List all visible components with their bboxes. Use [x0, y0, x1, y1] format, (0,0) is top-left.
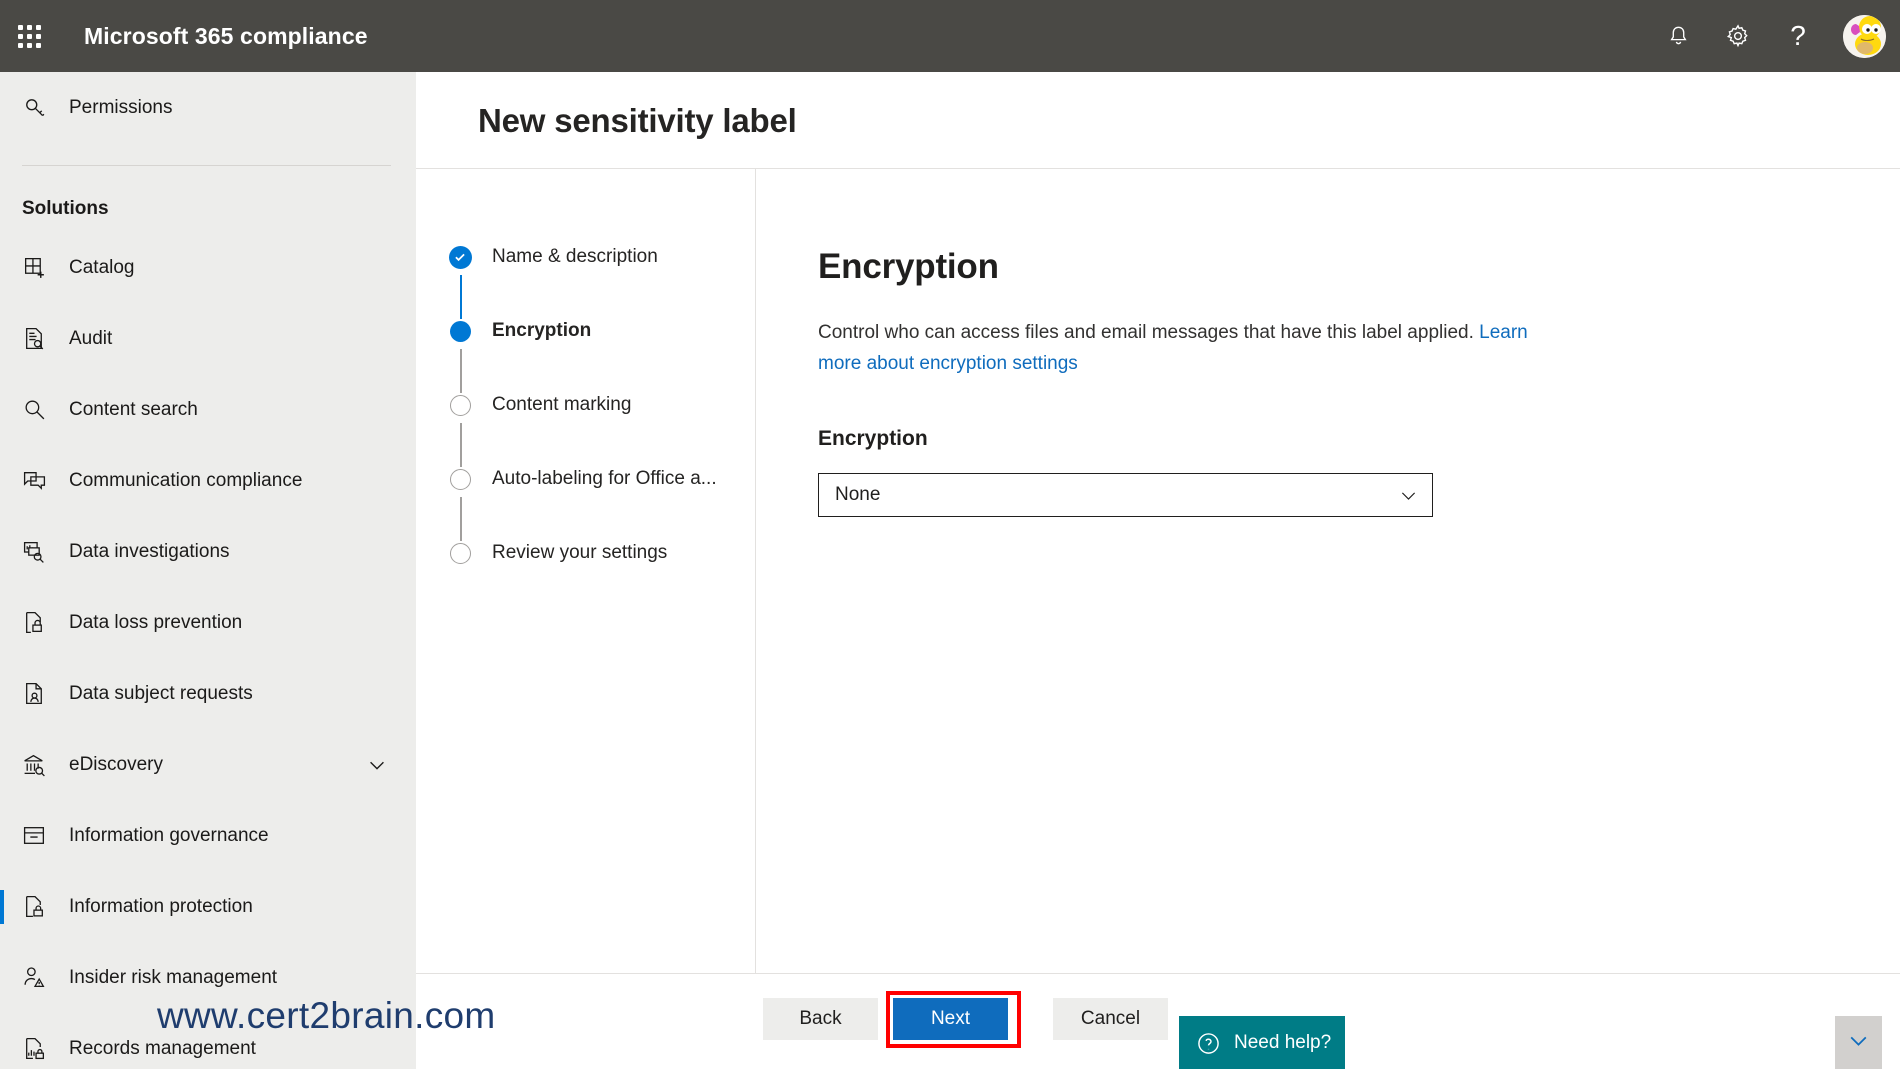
step-connector — [459, 423, 462, 467]
chevron-down-icon[interactable] — [366, 754, 388, 776]
sidebar-item-label: Data investigations — [69, 540, 230, 562]
detail-description: Control who can access files and email m… — [818, 317, 1548, 379]
wizard-step-review-settings[interactable]: Review your settings — [416, 541, 755, 615]
bank-search-icon — [22, 750, 56, 780]
suite-title: Microsoft 365 compliance — [84, 22, 368, 49]
detail-heading: Encryption — [818, 247, 999, 286]
document-person-icon — [22, 679, 56, 709]
key-icon — [22, 93, 56, 123]
help-question-icon: ? — [1790, 20, 1806, 51]
wizard-step-label: Name & description — [492, 246, 658, 267]
encryption-dropdown[interactable]: None — [818, 473, 1433, 517]
wizard-step-label: Content marking — [492, 394, 632, 415]
nav-divider — [22, 165, 391, 166]
sidebar-item-label: Permissions — [69, 96, 173, 118]
audit-document-search-icon — [22, 324, 56, 354]
sidebar-item-ediscovery[interactable]: eDiscovery — [0, 729, 416, 800]
step-connector — [459, 497, 462, 541]
help-question-circle-icon — [1196, 1031, 1221, 1056]
sidebar-item-label: Data loss prevention — [69, 611, 243, 633]
help-question-button[interactable]: ? — [1768, 0, 1828, 72]
person-warning-icon — [22, 963, 56, 993]
sidebar-item-content-search[interactable]: Content search — [0, 374, 416, 445]
sidebar-item-audit[interactable]: Audit — [0, 303, 416, 374]
left-navigation: Permissions Solutions Catalog Audit Cont… — [0, 72, 416, 1069]
encryption-dropdown-value: None — [835, 484, 881, 505]
step-current-dot-icon — [448, 319, 472, 343]
sidebar-item-data-subject-requests[interactable]: Data subject requests — [0, 658, 416, 729]
page-title: New sensitivity label — [478, 102, 797, 139]
chevron-down-icon — [1846, 1028, 1871, 1058]
detail-description-text: Control who can access files and email m… — [818, 322, 1480, 343]
sidebar-item-label: Content search — [69, 398, 198, 420]
sidebar-item-label: Records management — [69, 1037, 256, 1059]
user-avatar-button[interactable] — [1828, 0, 1900, 72]
step-done-check-icon — [448, 245, 472, 269]
need-help-label: Need help? — [1234, 1032, 1332, 1053]
step-connector — [459, 349, 462, 393]
sidebar-item-label: Data subject requests — [69, 682, 253, 704]
document-shield-lock-icon — [22, 892, 56, 922]
archive-box-icon — [22, 821, 56, 851]
sidebar-item-label: Communication compliance — [69, 469, 303, 491]
wizard-step-label: Auto-labeling for Office a... — [492, 468, 717, 489]
wizard-step-content-marking[interactable]: Content marking — [416, 393, 755, 467]
waffle-icon — [17, 24, 41, 48]
wizard-step-auto-labeling[interactable]: Auto-labeling for Office a... — [416, 467, 755, 541]
sidebar-item-data-investigations[interactable]: Data investigations — [0, 516, 416, 587]
step-connector — [459, 275, 462, 319]
next-button[interactable]: Next — [893, 998, 1008, 1040]
notification-bell-icon — [1666, 24, 1691, 49]
sidebar-item-label: Information governance — [69, 824, 269, 846]
sidebar-item-label: Audit — [69, 327, 113, 349]
catalog-grid-plus-icon — [22, 253, 56, 283]
magnifier-icon — [22, 395, 56, 425]
wizard-footer: Back Next Cancel Need help? — [416, 973, 1900, 1069]
sidebar-item-information-governance[interactable]: Information governance — [0, 800, 416, 871]
wizard-step-encryption[interactable]: Encryption — [416, 319, 755, 393]
encryption-section-label: Encryption — [818, 427, 928, 450]
step-todo-circle-icon — [448, 541, 472, 565]
sidebar-item-information-protection[interactable]: Information protection — [0, 871, 416, 942]
notification-bell-button[interactable] — [1648, 0, 1708, 72]
step-todo-circle-icon — [448, 393, 472, 417]
settings-gear-button[interactable] — [1708, 0, 1768, 72]
main-content: New sensitivity label Name & description… — [416, 72, 1900, 1069]
sidebar-item-permissions[interactable]: Permissions — [0, 72, 416, 143]
sidebar-item-data-loss-prevention[interactable]: Data loss prevention — [0, 587, 416, 658]
step-todo-circle-icon — [448, 467, 472, 491]
nav-group-title-solutions: Solutions — [22, 198, 109, 219]
sidebar-item-communication-compliance[interactable]: Communication compliance — [0, 445, 416, 516]
cancel-button[interactable]: Cancel — [1053, 998, 1168, 1040]
sidebar-item-label: Catalog — [69, 256, 135, 278]
chat-bubbles-icon — [22, 466, 56, 496]
sidebar-item-label: Information protection — [69, 895, 253, 917]
app-launcher-button[interactable] — [0, 0, 58, 72]
sidebar-item-label: eDiscovery — [69, 753, 163, 775]
sidebar-item-insider-risk-management[interactable]: Insider risk management — [0, 942, 416, 1013]
back-button[interactable]: Back — [763, 998, 878, 1040]
wizard-step-label: Review your settings — [492, 542, 668, 563]
collapse-footer-button[interactable] — [1835, 1016, 1882, 1069]
suite-header-actions: ? — [1648, 0, 1900, 72]
avatar — [1842, 14, 1886, 58]
wizard-detail-pane: Encryption Control who can access files … — [756, 168, 1900, 1045]
wizard-step-label: Encryption — [492, 320, 592, 341]
data-search-icon — [22, 537, 56, 567]
sidebar-item-records-management[interactable]: Records management — [0, 1013, 416, 1069]
sidebar-item-catalog[interactable]: Catalog — [0, 232, 416, 303]
wizard-step-name-description[interactable]: Name & description — [416, 245, 755, 319]
wizard-layout: Name & description Encryption Content ma… — [416, 168, 1900, 1045]
suite-header-bar: Microsoft 365 compliance ? — [0, 0, 1900, 72]
chevron-down-icon — [1398, 485, 1419, 506]
settings-gear-icon — [1725, 23, 1751, 49]
need-help-button[interactable]: Need help? — [1179, 1016, 1345, 1069]
sidebar-item-label: Insider risk management — [69, 966, 278, 988]
records-lock-icon — [22, 1034, 56, 1064]
document-lock-icon — [22, 608, 56, 638]
wizard-step-list: Name & description Encryption Content ma… — [416, 168, 756, 1045]
